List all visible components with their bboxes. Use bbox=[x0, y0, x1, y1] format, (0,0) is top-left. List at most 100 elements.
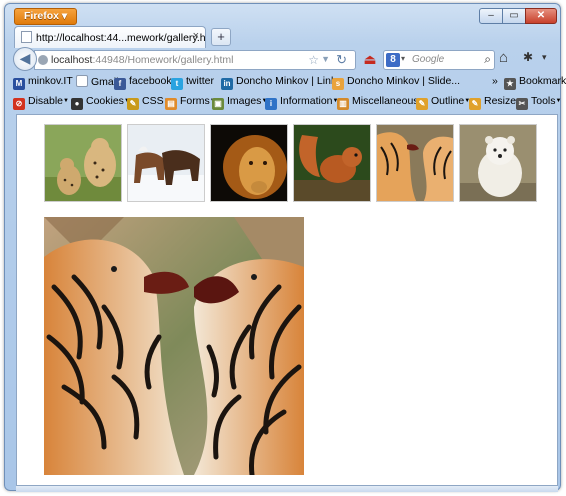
search-input[interactable]: 8 ▾ Google ⌕ bbox=[383, 50, 495, 70]
search-engine-icon[interactable]: 8 bbox=[386, 53, 400, 67]
horses-in-snow-image bbox=[128, 125, 204, 201]
bookmark-label: Doncho Minkov | Link... bbox=[236, 75, 345, 87]
bookmark-label: facebook bbox=[129, 75, 172, 87]
tigers-large-image bbox=[44, 217, 304, 475]
bookmarks-menu-label: Bookmarks bbox=[519, 75, 566, 87]
bookmark-3[interactable]: t twitter bbox=[171, 75, 214, 90]
m-icon: M bbox=[13, 78, 25, 90]
misc-icon: ▥ bbox=[337, 98, 349, 110]
webdev-menu-label: Information bbox=[280, 95, 333, 107]
navigation-toolbar: localhost:44948/Homework/gallery.html ☆ … bbox=[10, 47, 557, 72]
thumbnail-tigers[interactable] bbox=[376, 124, 454, 202]
pencil-icon: ✎ bbox=[127, 98, 139, 110]
thumbnail-lion[interactable] bbox=[210, 124, 288, 202]
webdev-menu-label: Resize bbox=[484, 95, 517, 107]
webdev-menu-resize[interactable]: ✎Resize▼ bbox=[469, 95, 522, 110]
bookmarks-overflow-icon[interactable]: » bbox=[492, 75, 498, 87]
webdev-menu-label: Forms bbox=[180, 95, 210, 107]
back-button[interactable]: ◀ bbox=[13, 47, 37, 71]
tigers-image bbox=[377, 125, 453, 201]
webdev-menu-label: Disable bbox=[28, 95, 64, 107]
webdev-menu-label: Cookies bbox=[86, 95, 124, 107]
url-host: localhost bbox=[51, 54, 93, 66]
webdev-menu-label: Tools bbox=[531, 95, 556, 107]
close-window-button[interactable]: ✕ bbox=[525, 8, 557, 24]
addon-icon[interactable]: ⏏ bbox=[360, 49, 380, 69]
cheetahs-image bbox=[45, 125, 121, 201]
outline-icon: ✎ bbox=[416, 98, 428, 110]
slideshare-icon: s bbox=[332, 78, 344, 90]
new-tab-button[interactable]: + bbox=[211, 28, 231, 46]
webdev-menu-cookies[interactable]: ●Cookies▼ bbox=[71, 95, 130, 110]
chevron-down-icon: ▼ bbox=[63, 98, 69, 104]
bookmarks-toolbar: » ★Bookmarks Mminkov.ITGmailffacebookttw… bbox=[10, 72, 566, 91]
maximize-button[interactable]: ▭ bbox=[502, 8, 526, 24]
bookmarks-menu-button[interactable]: ★Bookmarks bbox=[504, 75, 566, 90]
chevron-down-icon: ▼ bbox=[555, 98, 562, 104]
thumbnail-horses-in-snow[interactable] bbox=[127, 124, 205, 202]
bookmark-2[interactable]: f facebook bbox=[114, 75, 172, 90]
image-icon: ▣ bbox=[212, 98, 224, 110]
bookmark-label: minkov.IT bbox=[28, 75, 73, 87]
info-icon: i bbox=[265, 98, 277, 110]
webdev-menu-forms[interactable]: ▤Forms▼ bbox=[165, 95, 216, 110]
search-engine-dropdown-icon[interactable]: ▾ bbox=[401, 54, 405, 63]
thumbnail-cheetahs[interactable] bbox=[44, 124, 122, 202]
webdev-menu-information[interactable]: i Information▼ bbox=[265, 95, 338, 110]
bookmark-5[interactable]: s Doncho Minkov | Slide... bbox=[332, 75, 460, 90]
facebook-icon: f bbox=[114, 78, 126, 90]
webdev-menu-miscellaneous[interactable]: ▥Miscellaneous▼ bbox=[337, 95, 425, 110]
browser-window: Firefox ▾ – ▭ ✕ http://localhost:44...me… bbox=[4, 3, 566, 492]
webdev-menu-disable[interactable]: ⊘ Disable▼ bbox=[13, 95, 69, 110]
twitter-icon: t bbox=[171, 78, 183, 90]
search-placeholder: Google bbox=[412, 54, 445, 65]
bookmark-label: twitter bbox=[186, 75, 215, 87]
webdev-menu-label: Miscellaneous bbox=[352, 95, 419, 107]
tools-menu-icon[interactable]: ✱ bbox=[523, 50, 533, 64]
tab-strip: http://localhost:44...mework/gallery.htm… bbox=[14, 26, 554, 48]
thumbnail-squirrel[interactable] bbox=[293, 124, 371, 202]
tab-title: http://localhost:44...mework/gallery.htm… bbox=[36, 32, 206, 44]
form-icon: ▤ bbox=[165, 98, 177, 110]
tab-close-icon[interactable]: × bbox=[193, 30, 199, 42]
url-path: :44948/Homework/gallery.html bbox=[92, 54, 234, 66]
bookmark-star-icon[interactable]: ☆ bbox=[308, 53, 319, 67]
bookmark-0[interactable]: Mminkov.IT bbox=[13, 75, 73, 90]
webdev-menu-label: CSS bbox=[142, 95, 164, 107]
reload-icon[interactable]: ↻ bbox=[336, 52, 347, 68]
firefox-menu-button[interactable]: Firefox ▾ bbox=[14, 8, 78, 25]
home-icon[interactable]: ⌂ bbox=[499, 49, 508, 66]
minimize-button[interactable]: – bbox=[479, 8, 503, 24]
bookmarks-icon: ★ bbox=[504, 78, 516, 90]
bookmark-label: Doncho Minkov | Slide... bbox=[347, 75, 461, 87]
toolbar-dropdown-icon[interactable]: ▾ bbox=[542, 52, 547, 63]
gallery-main-image bbox=[44, 217, 304, 475]
page-icon bbox=[21, 31, 32, 43]
web-developer-toolbar: ⊘Disable▼●Cookies▼✎CSS▼▤Forms▼▣Images▼iI… bbox=[10, 92, 561, 112]
webdev-menu-tools[interactable]: ✂ Tools▼ bbox=[516, 95, 561, 110]
page-content bbox=[16, 114, 558, 486]
url-bar[interactable]: localhost:44948/Homework/gallery.html ☆ … bbox=[34, 50, 356, 70]
bookmark-1[interactable]: Gmail bbox=[76, 75, 118, 88]
status-bar bbox=[16, 486, 558, 492]
squirrel-image bbox=[294, 125, 370, 201]
webdev-menu-label: Outline bbox=[431, 95, 465, 107]
globe-icon bbox=[38, 55, 48, 65]
linkedin-icon: in bbox=[221, 78, 233, 90]
webdev-menu-label: Images bbox=[227, 95, 262, 107]
page-icon bbox=[76, 75, 88, 87]
user-icon: ● bbox=[71, 98, 83, 110]
webdev-menu-outline[interactable]: ✎ Outline▼ bbox=[416, 95, 470, 110]
webdev-menu-css[interactable]: ✎CSS▼ bbox=[127, 95, 170, 110]
webdev-menu-images[interactable]: ▣Images▼ bbox=[212, 95, 267, 110]
bookmark-4[interactable]: in Doncho Minkov | Link... bbox=[221, 75, 345, 90]
polar-bear-cub-image bbox=[460, 125, 536, 201]
resize-icon: ✎ bbox=[469, 98, 481, 110]
tab-gallery[interactable]: http://localhost:44...mework/gallery.htm… bbox=[14, 26, 206, 48]
tools-icon: ✂ bbox=[516, 98, 528, 110]
lion-image bbox=[211, 125, 287, 201]
url-dropdown-icon[interactable]: ▼ bbox=[321, 54, 330, 64]
no-icon: ⊘ bbox=[13, 98, 25, 110]
search-icon[interactable]: ⌕ bbox=[484, 52, 491, 67]
thumbnail-polar-bear-cub[interactable] bbox=[459, 124, 537, 202]
